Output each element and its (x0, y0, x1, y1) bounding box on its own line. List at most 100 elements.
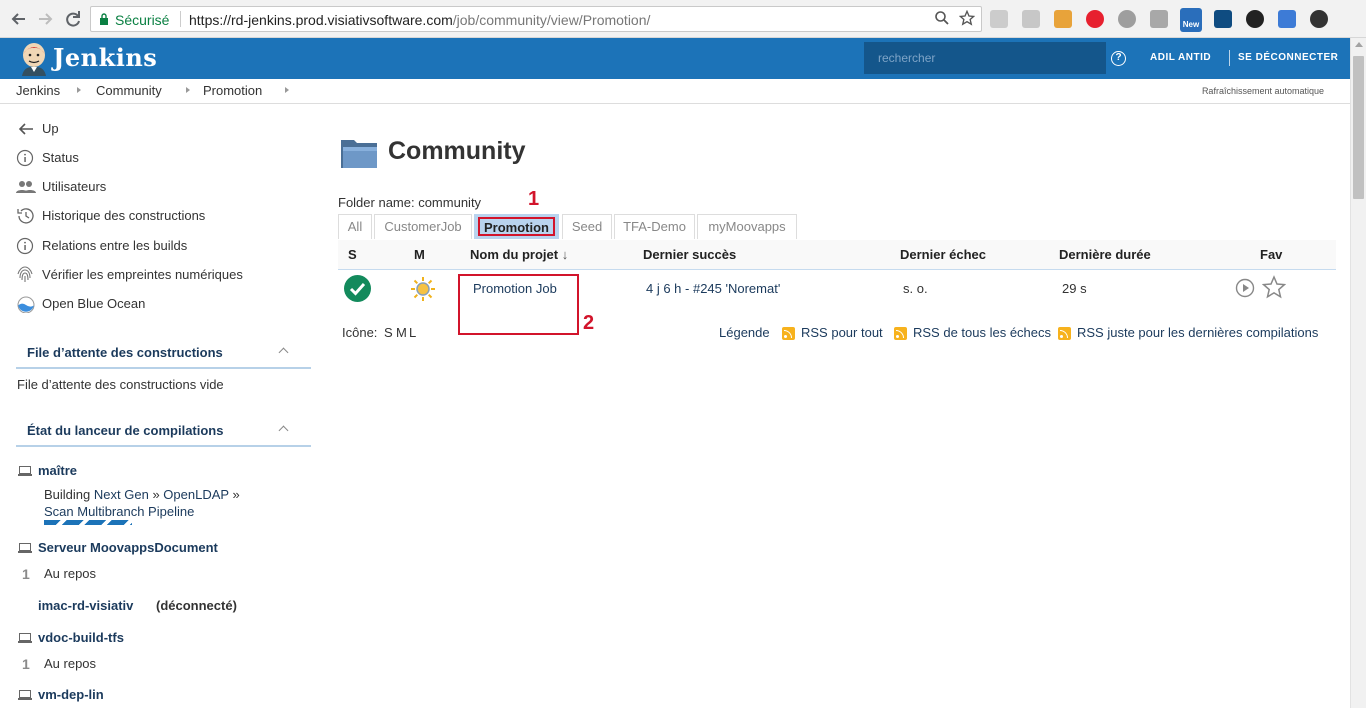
omnibox-separator (180, 11, 181, 27)
col-project-name[interactable]: Nom du projet ↓ (470, 247, 568, 262)
breadcrumb-community[interactable]: Community (96, 83, 162, 98)
col-weather[interactable]: M (414, 247, 425, 262)
calendar-icon[interactable] (1278, 10, 1296, 28)
build-link-openldap[interactable]: OpenLDAP (163, 487, 229, 502)
executor-building: Building Next Gen » OpenLDAP » (44, 487, 240, 502)
breadcrumb-arrow-icon[interactable] (186, 87, 190, 93)
scroll-thumb[interactable] (1353, 56, 1364, 199)
build-queue-header[interactable]: File d’attente des constructions (16, 339, 311, 369)
rss-icon[interactable] (894, 327, 907, 340)
folder-icon (341, 140, 377, 168)
annotation-2: 2 (583, 312, 595, 334)
extension-icon[interactable] (1022, 10, 1040, 28)
tab-all[interactable]: All (338, 214, 372, 239)
extension-icon[interactable] (1214, 10, 1232, 28)
help-icon[interactable]: ? (1111, 51, 1126, 66)
info-icon (16, 149, 34, 167)
last-success-link[interactable]: 4 j 6 h - #245 'Noremat' (646, 281, 780, 296)
tab-promotion[interactable]: Promotion (474, 214, 559, 239)
tab-tfa-demo[interactable]: TFA-Demo (614, 214, 695, 239)
status-success-icon[interactable] (344, 275, 371, 302)
icon-size-l[interactable]: L (409, 325, 416, 340)
node-offline-status: (déconnecté) (156, 598, 237, 613)
lock-icon (100, 13, 108, 25)
secure-label: Sécurisé (115, 12, 170, 28)
rss-failures-link[interactable]: RSS de tous les échecs (913, 325, 1051, 340)
build-queue-empty: File d’attente des constructions vide (17, 377, 224, 392)
tab-mymoovapps[interactable]: myMoovapps (697, 214, 797, 239)
node-name[interactable]: vm-dep-lin (38, 687, 104, 702)
legend-link[interactable]: Légende (719, 325, 770, 340)
computer-icon (18, 466, 32, 476)
extension-icon[interactable] (990, 10, 1008, 28)
breadcrumb-jenkins[interactable]: Jenkins (16, 83, 60, 98)
extension-icon[interactable] (1310, 10, 1328, 28)
task-label: Status (42, 150, 79, 165)
node-name[interactable]: vdoc-build-tfs (38, 630, 124, 645)
tab-seed[interactable]: Seed (562, 214, 612, 239)
jenkins-logo-icon[interactable] (18, 42, 50, 76)
jenkins-header: Jenkins ? ADIL ANTID SE DÉCONNECTER (0, 38, 1350, 79)
col-favorite[interactable]: Fav (1260, 247, 1282, 262)
back-arrow-icon[interactable] (8, 8, 30, 30)
rss-icon[interactable] (782, 327, 795, 340)
bookmark-star-icon[interactable] (958, 9, 976, 28)
icon-size-s[interactable]: S (384, 325, 393, 340)
info-icon (16, 237, 34, 255)
executor-number: 1 (22, 656, 30, 672)
forward-arrow-icon[interactable] (34, 8, 56, 30)
build-queue-title: File d’attente des constructions (27, 345, 223, 360)
user-link[interactable]: ADIL ANTID (1150, 52, 1211, 63)
icon-size-m[interactable]: M (396, 325, 407, 340)
col-last-failure[interactable]: Dernier échec (900, 247, 986, 262)
col-last-duration[interactable]: Dernière durée (1059, 247, 1151, 262)
rss-latest-link[interactable]: RSS juste pour les dernières compilation… (1077, 325, 1318, 340)
brand-name[interactable]: Jenkins (53, 43, 157, 72)
collapse-chevron-icon[interactable] (278, 425, 289, 436)
tab-customerjob[interactable]: CustomerJob (374, 214, 472, 239)
reload-icon[interactable] (62, 8, 84, 30)
sunny-icon[interactable] (410, 276, 436, 302)
build-link-next-gen[interactable]: Next Gen (94, 487, 149, 502)
schedule-build-icon[interactable] (1235, 278, 1255, 298)
build-link-scan-multibranch[interactable]: Scan Multibranch Pipeline (44, 504, 194, 519)
computer-icon (18, 543, 32, 553)
task-label: Utilisateurs (42, 179, 107, 194)
new-extension-icon[interactable]: New (1180, 8, 1202, 32)
node-name[interactable]: Serveur MoovappsDocument (38, 540, 218, 555)
search-input[interactable] (864, 42, 1106, 74)
scroll-up-arrow-icon[interactable] (1355, 42, 1363, 47)
annotation-1: 1 (528, 188, 540, 210)
project-link-promotion-job[interactable]: Promotion Job (473, 281, 557, 296)
auto-refresh-link[interactable]: Rafraîchissement automatique (1202, 86, 1324, 96)
logout-link[interactable]: SE DÉCONNECTER (1238, 52, 1338, 63)
breadcrumb-arrow-icon[interactable] (285, 87, 289, 93)
executors-header[interactable]: État du lanceur de compilations (16, 417, 311, 447)
build-progress-bar[interactable] (44, 520, 132, 525)
task-label: Historique des constructions (42, 208, 206, 223)
extension-icon[interactable] (1246, 10, 1264, 28)
fingerprint-icon (17, 266, 33, 282)
executor-idle: Au repos (44, 566, 97, 581)
col-last-success[interactable]: Dernier succès (643, 247, 736, 262)
collapse-chevron-icon[interactable] (278, 347, 289, 358)
node-imac-rd-visiativ[interactable]: imac-rd-visiativ (38, 598, 133, 613)
extension-icon[interactable] (1054, 10, 1072, 28)
task-label: Relations entre les builds (42, 238, 188, 253)
extension-icon[interactable] (1150, 10, 1168, 28)
url-text[interactable]: https://rd-jenkins.prod.visiativsoftware… (189, 12, 650, 28)
history-icon (17, 208, 34, 224)
favorite-star-icon[interactable] (1262, 275, 1286, 299)
rss-all-link[interactable]: RSS pour tout (801, 325, 883, 340)
extension-icon[interactable] (1118, 10, 1136, 28)
page-scrollbar[interactable] (1350, 38, 1366, 708)
page-title: Community (388, 137, 526, 165)
zoom-icon[interactable] (933, 10, 951, 28)
breadcrumb-arrow-icon[interactable] (77, 87, 81, 93)
opera-icon[interactable] (1086, 10, 1104, 28)
breadcrumb-promotion[interactable]: Promotion (203, 83, 262, 98)
node-name[interactable]: maître (38, 463, 77, 478)
col-status[interactable]: S (348, 247, 357, 262)
address-bar[interactable]: Sécurisé https://rd-jenkins.prod.visiati… (90, 6, 982, 32)
rss-icon[interactable] (1058, 327, 1071, 340)
